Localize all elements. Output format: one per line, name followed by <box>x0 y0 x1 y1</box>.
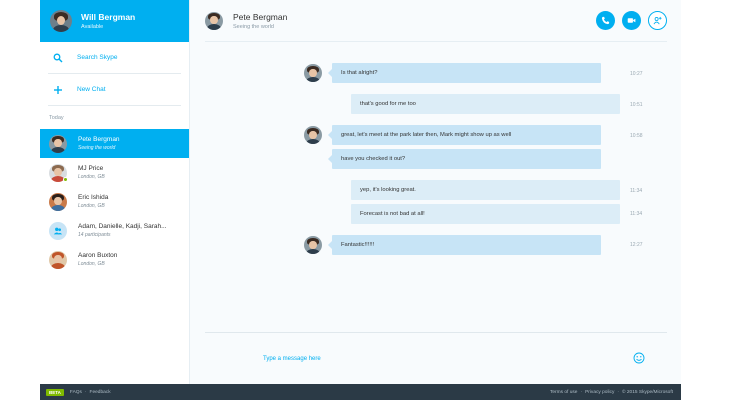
avatar <box>49 163 68 182</box>
contact-subtitle: London, GB <box>78 174 105 180</box>
smiley-icon[interactable] <box>633 352 645 364</box>
video-icon <box>627 18 636 23</box>
message-bubble[interactable]: Forecast is not bad at all! <box>351 204 620 224</box>
search-label: Search Skype <box>77 54 118 61</box>
contact-item-mj-price[interactable]: MJ Price London, GB <box>40 158 189 187</box>
message-time: 12:27 <box>630 242 643 248</box>
contact-name: MJ Price <box>78 165 104 172</box>
message-bubble[interactable]: that's good for me too <box>351 94 620 114</box>
avatar <box>50 10 72 32</box>
add-participant-button[interactable] <box>648 11 667 30</box>
call-icon <box>601 16 610 25</box>
avatar <box>304 64 322 82</box>
privacy-link[interactable]: Privacy policy <box>585 390 614 395</box>
message-list: Is that alright? 10:27 that's good for m… <box>191 42 681 332</box>
feedback-link[interactable]: Feedback <box>90 390 111 395</box>
contact-item-eric-ishida[interactable]: Eric Ishida London, GB <box>40 187 189 216</box>
avatar <box>304 236 322 254</box>
avatar <box>49 134 67 153</box>
message-bubble[interactable]: Is that alright? <box>328 63 601 83</box>
conversation-pane: Pete Bergman Seeing the world Is that al… <box>191 0 681 384</box>
avatar <box>49 192 67 211</box>
contact-name: Eric Ishida <box>78 194 109 201</box>
message-bubble[interactable]: Fantastic!!!!!! <box>328 235 601 255</box>
avatar <box>49 221 67 240</box>
contact-subtitle: 14 participants <box>78 232 111 238</box>
section-label-today: Today <box>49 115 64 121</box>
beta-badge: BETA <box>46 388 64 396</box>
new-chat-button[interactable]: New Chat <box>40 74 189 105</box>
conversation-header: Pete Bergman Seeing the world <box>205 0 667 42</box>
message-composer: Type a message here <box>205 332 667 384</box>
video-call-button[interactable] <box>622 11 641 30</box>
message-time: 11:34 <box>630 211 643 217</box>
search-button[interactable]: Search Skype <box>40 42 189 73</box>
contact-subtitle: London, GB <box>78 203 105 209</box>
avatar[interactable] <box>205 11 223 30</box>
profile-status: Available <box>81 24 104 30</box>
terms-link[interactable]: Terms of use <box>550 390 577 395</box>
contact-item-group-chat[interactable]: Adam, Danielle, Kadji, Sarah... 14 parti… <box>40 216 189 245</box>
message-time: 10:51 <box>630 102 643 108</box>
contact-subtitle: Seeing the world <box>78 145 116 151</box>
footer-bar: BETA FAQs · Feedback Terms of use · Priv… <box>40 384 681 400</box>
message-bubble[interactable]: great, let's meet at the park later then… <box>328 125 601 145</box>
message-time: 10:27 <box>630 71 643 77</box>
avatar <box>49 250 67 269</box>
message-bubble[interactable]: yep, it's looking great. <box>351 180 620 200</box>
skype-app: Will Bergman Available Search Skype New … <box>40 0 681 384</box>
copyright-text: © 2015 Skype/Microsoft <box>622 389 673 395</box>
profile-header[interactable]: Will Bergman Available <box>40 0 189 42</box>
conversation-status: Seeing the world <box>233 23 274 30</box>
message-time: 11:34 <box>630 188 643 194</box>
faqs-link[interactable]: FAQs <box>70 390 82 395</box>
sidebar: Will Bergman Available Search Skype New … <box>40 0 190 384</box>
new-chat-label: New Chat <box>77 86 106 93</box>
contact-item-pete-bergman[interactable]: Pete Bergman Seeing the world <box>40 129 189 158</box>
contact-item-aaron-buxton[interactable]: Aaron Buxton London, GB <box>40 245 189 274</box>
message-bubble[interactable]: have you checked it out? <box>328 149 601 169</box>
contact-name: Aaron Buxton <box>78 252 118 259</box>
call-button[interactable] <box>596 11 615 30</box>
add-person-icon <box>653 16 662 25</box>
profile-name: Will Bergman <box>81 12 136 22</box>
plus-icon <box>54 85 62 94</box>
message-time: 10:58 <box>630 133 643 139</box>
group-icon <box>53 227 63 234</box>
conversation-title: Pete Bergman <box>233 11 288 22</box>
contact-name: Pete Bergman <box>78 136 120 143</box>
separator-dot: · <box>580 389 583 395</box>
separator-dot: · <box>84 389 87 395</box>
contact-name: Adam, Danielle, Kadji, Sarah... <box>78 223 167 230</box>
avatar <box>304 126 322 144</box>
presence-indicator <box>63 176 68 182</box>
search-icon <box>53 53 63 62</box>
separator-dot: · <box>617 389 619 395</box>
contact-subtitle: London, GB <box>78 261 105 267</box>
message-input[interactable]: Type a message here <box>263 356 321 362</box>
